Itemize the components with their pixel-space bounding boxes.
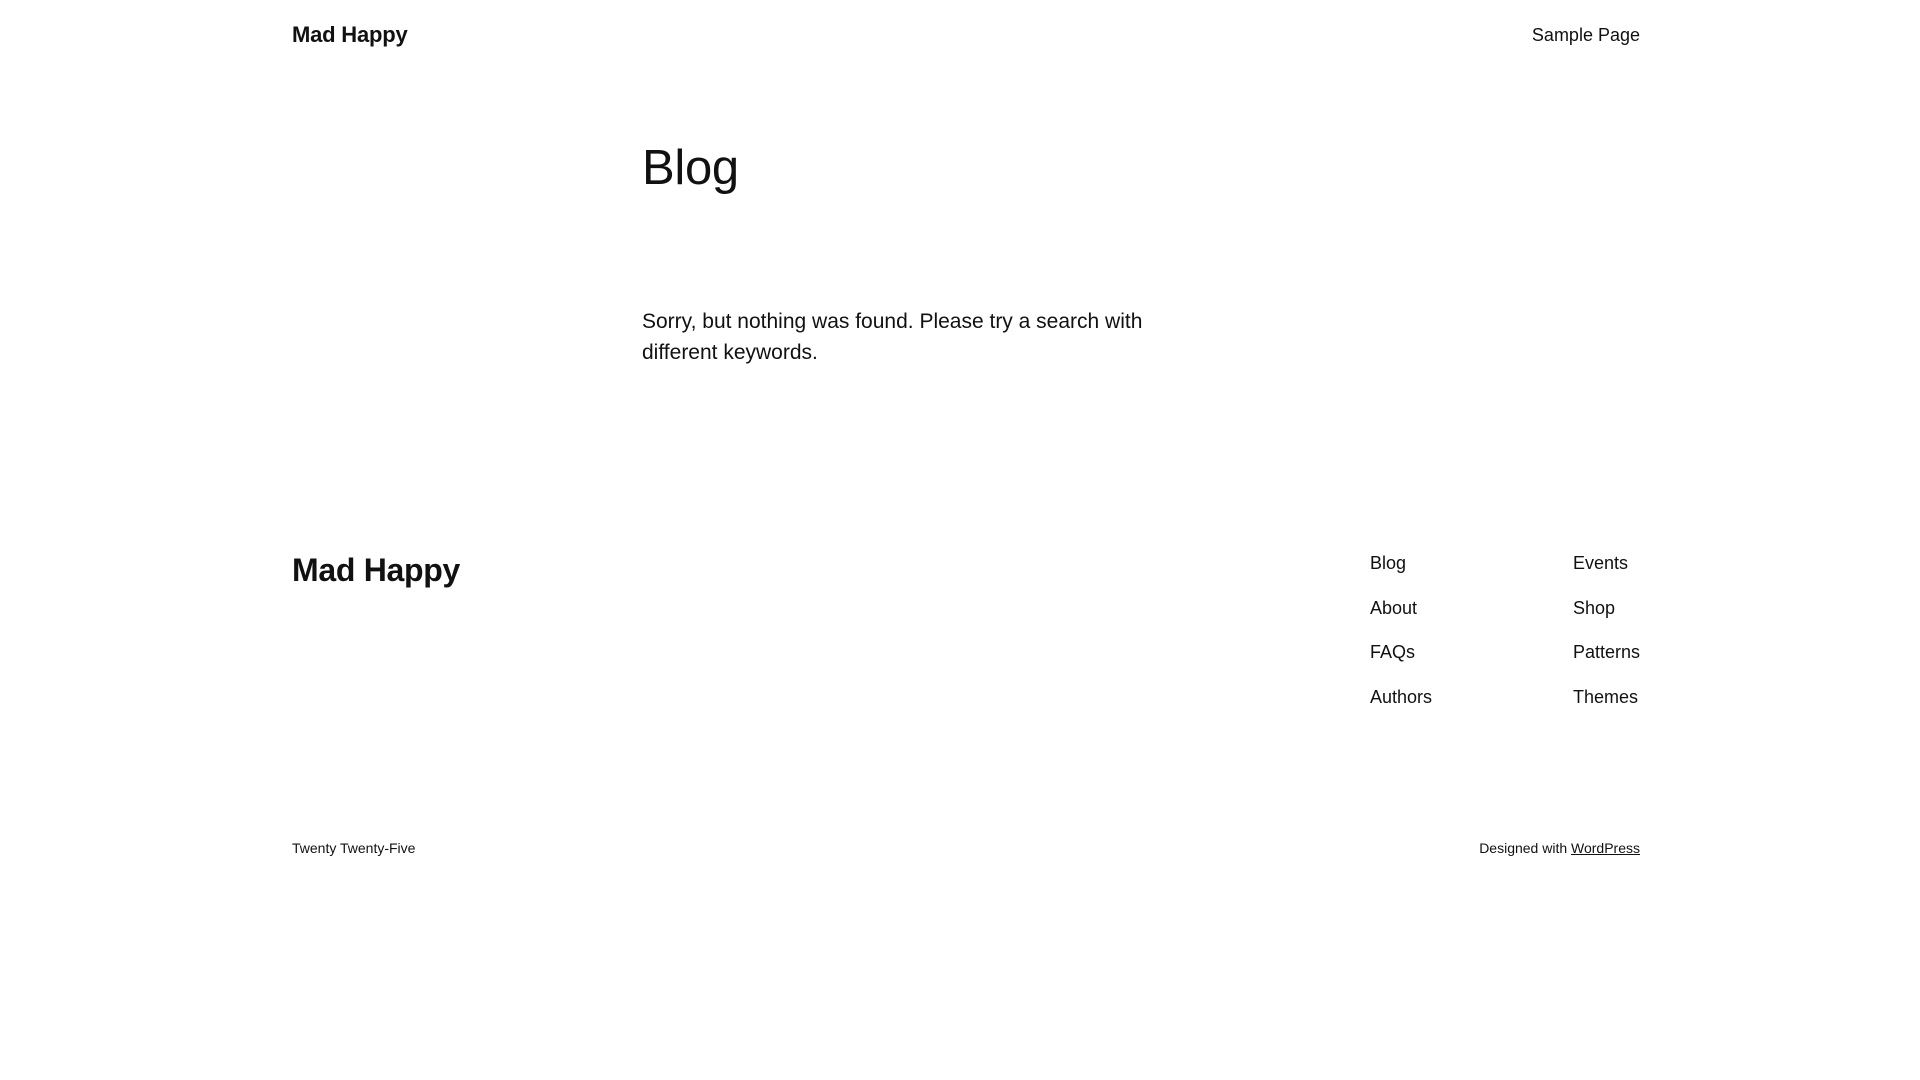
footer-site-title-link[interactable]: Mad Happy bbox=[292, 550, 460, 590]
footer-link-themes[interactable]: Themes bbox=[1573, 686, 1640, 708]
footer-nav-column-2: Events Shop Patterns Themes bbox=[1573, 552, 1640, 731]
credit-prefix: Designed with bbox=[1479, 840, 1568, 856]
footer-link-patterns[interactable]: Patterns bbox=[1573, 641, 1640, 663]
footer-link-about[interactable]: About bbox=[1370, 597, 1432, 619]
nav-link-sample-page[interactable]: Sample Page bbox=[1532, 25, 1640, 45]
footer-link-events[interactable]: Events bbox=[1573, 552, 1640, 574]
credit-text: Designed with WordPress bbox=[1479, 840, 1640, 856]
theme-name: Twenty Twenty-Five bbox=[292, 840, 416, 856]
footer-link-shop[interactable]: Shop bbox=[1573, 597, 1640, 619]
footer-link-authors[interactable]: Authors bbox=[1370, 686, 1432, 708]
page-title: Blog bbox=[642, 141, 739, 195]
footer-link-faqs[interactable]: FAQs bbox=[1370, 641, 1432, 663]
site-header: Mad Happy Sample Page bbox=[292, 20, 1640, 50]
footer-nav-column-1: Blog About FAQs Authors bbox=[1370, 552, 1432, 731]
site-title-link[interactable]: Mad Happy bbox=[292, 22, 408, 48]
footer-link-blog[interactable]: Blog bbox=[1370, 552, 1432, 574]
main-content: Blog Sorry, but nothing was found. Pleas… bbox=[642, 138, 1242, 364]
footer-bottom-bar: Twenty Twenty-Five Designed with WordPre… bbox=[292, 840, 1640, 856]
header-nav: Sample Page bbox=[1532, 25, 1640, 46]
wordpress-credit-link[interactable]: WordPress bbox=[1571, 840, 1640, 856]
no-results-message: Sorry, but nothing was found. Please try… bbox=[642, 310, 1143, 364]
